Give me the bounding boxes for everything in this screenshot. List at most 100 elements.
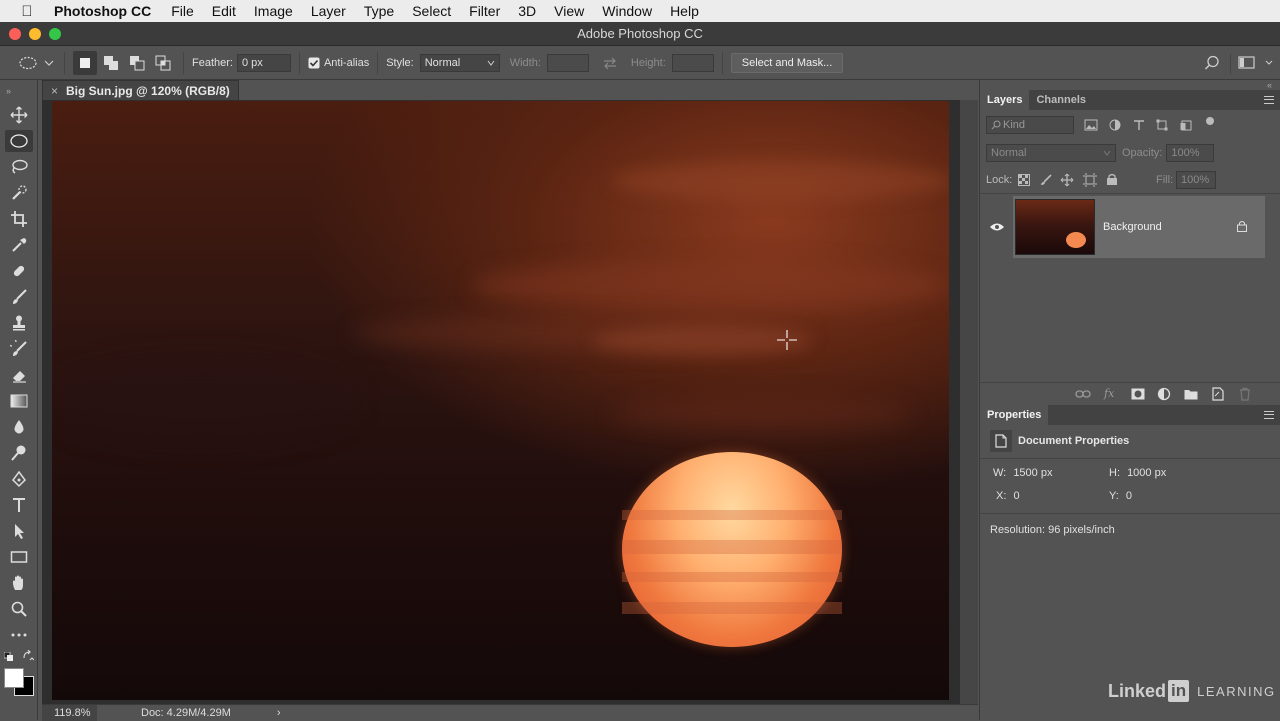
tab-properties[interactable]: Properties: [980, 405, 1049, 425]
layer-style-fx-icon[interactable]: fx: [1104, 387, 1114, 400]
width-value[interactable]: 1500 px: [1013, 467, 1052, 479]
quick-selection-tool[interactable]: [0, 180, 38, 206]
gradient-tool[interactable]: [0, 388, 38, 414]
shape-filter-icon[interactable]: [1156, 119, 1168, 131]
menu-type[interactable]: Type: [364, 3, 394, 19]
swap-colors-icon[interactable]: [22, 650, 34, 662]
close-window-button[interactable]: [9, 28, 21, 40]
new-layer-icon[interactable]: [1212, 387, 1224, 401]
opacity-input[interactable]: 100%: [1166, 144, 1215, 162]
eye-icon[interactable]: [989, 222, 1005, 232]
more-tools-button[interactable]: [0, 622, 38, 648]
tab-layers[interactable]: Layers: [980, 90, 1030, 110]
eyedropper-tool[interactable]: [0, 232, 38, 258]
hand-tool[interactable]: [0, 570, 38, 596]
foreground-color-swatch[interactable]: [4, 668, 24, 688]
tools-panel: »: [0, 80, 38, 720]
y-value[interactable]: 0: [1126, 490, 1132, 502]
collapse-toolbar-icon[interactable]: »: [0, 80, 37, 102]
menu-filter[interactable]: Filter: [469, 3, 500, 19]
gradient-icon: [10, 394, 28, 408]
tab-channels[interactable]: Channels: [1029, 90, 1093, 110]
filter-toggle-icon[interactable]: [1205, 116, 1215, 126]
lock-pixels-icon[interactable]: [1040, 174, 1052, 186]
zoom-tool[interactable]: [0, 596, 38, 622]
antialias-checkbox[interactable]: [308, 57, 320, 69]
delete-layer-icon[interactable]: [1239, 387, 1251, 401]
brush-tool[interactable]: [0, 284, 38, 310]
eraser-tool[interactable]: [0, 362, 38, 388]
add-mask-icon[interactable]: [1131, 388, 1145, 400]
apple-icon[interactable]: : [0, 3, 54, 20]
canvas-area[interactable]: [42, 100, 978, 704]
elliptical-marquee-tool[interactable]: [0, 128, 38, 154]
menu-view[interactable]: View: [554, 3, 584, 19]
history-brush-tool[interactable]: [0, 336, 38, 362]
menu-help[interactable]: Help: [670, 3, 699, 19]
crop-tool[interactable]: [0, 206, 38, 232]
type-tool[interactable]: [0, 492, 38, 518]
feather-input[interactable]: 0 px: [236, 53, 291, 72]
close-document-icon[interactable]: ×: [51, 84, 58, 98]
height-value[interactable]: 1000 px: [1127, 467, 1166, 479]
blend-mode-select[interactable]: Normal: [986, 144, 1116, 162]
menu-edit[interactable]: Edit: [212, 3, 236, 19]
collapse-panels-icon[interactable]: «: [980, 80, 1280, 90]
blur-tool[interactable]: [0, 414, 38, 440]
menu-window[interactable]: Window: [602, 3, 652, 19]
rectangle-tool[interactable]: [0, 544, 38, 570]
menu-app-name[interactable]: Photoshop CC: [54, 3, 151, 19]
menu-layer[interactable]: Layer: [311, 3, 346, 19]
chevron-down-icon[interactable]: [1264, 56, 1274, 70]
new-selection-button[interactable]: [73, 50, 97, 75]
link-layers-icon[interactable]: [1075, 389, 1091, 399]
healing-brush-tool[interactable]: [0, 258, 38, 284]
group-folder-icon[interactable]: [1184, 388, 1198, 400]
zoom-level-field[interactable]: 119.8%: [42, 704, 97, 721]
x-value[interactable]: 0: [1013, 490, 1019, 502]
layer-row-background[interactable]: Background: [1013, 196, 1265, 258]
height-input[interactable]: [671, 53, 714, 72]
menu-select[interactable]: Select: [412, 3, 451, 19]
tool-preset-picker[interactable]: [18, 56, 56, 70]
minimize-window-button[interactable]: [29, 28, 41, 40]
image-filter-icon[interactable]: [1084, 119, 1098, 131]
layer-filter-select[interactable]: Kind: [986, 116, 1074, 134]
lock-artboard-icon[interactable]: [1083, 173, 1097, 187]
panel-menu-icon[interactable]: [1264, 96, 1274, 104]
fill-input[interactable]: 100%: [1176, 171, 1216, 189]
lock-position-icon[interactable]: [1060, 173, 1074, 187]
subtract-selection-button[interactable]: [125, 51, 149, 75]
adjustment-layer-icon[interactable]: [1157, 387, 1171, 401]
select-and-mask-button[interactable]: Select and Mask...: [730, 52, 844, 73]
menu-3d[interactable]: 3D: [518, 3, 536, 19]
cloud-streak: [612, 161, 949, 201]
smart-object-filter-icon[interactable]: [1180, 119, 1192, 131]
lock-all-icon[interactable]: [1106, 173, 1118, 186]
search-icon[interactable]: [1204, 55, 1220, 71]
swap-dimensions-icon[interactable]: [601, 56, 619, 70]
pen-tool[interactable]: [0, 466, 38, 492]
document-tab[interactable]: × Big Sun.jpg @ 120% (RGB/8): [42, 80, 239, 100]
clone-stamp-tool[interactable]: [0, 310, 38, 336]
menu-image[interactable]: Image: [254, 3, 293, 19]
menu-file[interactable]: File: [171, 3, 194, 19]
dodge-tool[interactable]: [0, 440, 38, 466]
intersect-selection-button[interactable]: [151, 51, 175, 75]
lock-transparency-icon[interactable]: [1018, 174, 1030, 186]
vertical-scrollbar[interactable]: [960, 100, 978, 704]
adjustment-filter-icon[interactable]: [1109, 119, 1121, 131]
width-input[interactable]: [546, 53, 589, 72]
add-selection-button[interactable]: [99, 51, 123, 75]
document-canvas[interactable]: [52, 101, 949, 700]
style-select[interactable]: Normal: [419, 53, 500, 72]
status-menu-arrow[interactable]: ›: [277, 707, 281, 719]
lasso-tool[interactable]: [0, 154, 38, 180]
path-selection-tool[interactable]: [0, 518, 38, 544]
default-colors-icon[interactable]: [4, 652, 14, 662]
zoom-window-button[interactable]: [49, 28, 61, 40]
panel-menu-icon[interactable]: [1264, 411, 1274, 419]
workspace-icon[interactable]: [1238, 56, 1256, 70]
type-filter-icon[interactable]: [1133, 119, 1145, 131]
move-tool[interactable]: [0, 102, 38, 128]
